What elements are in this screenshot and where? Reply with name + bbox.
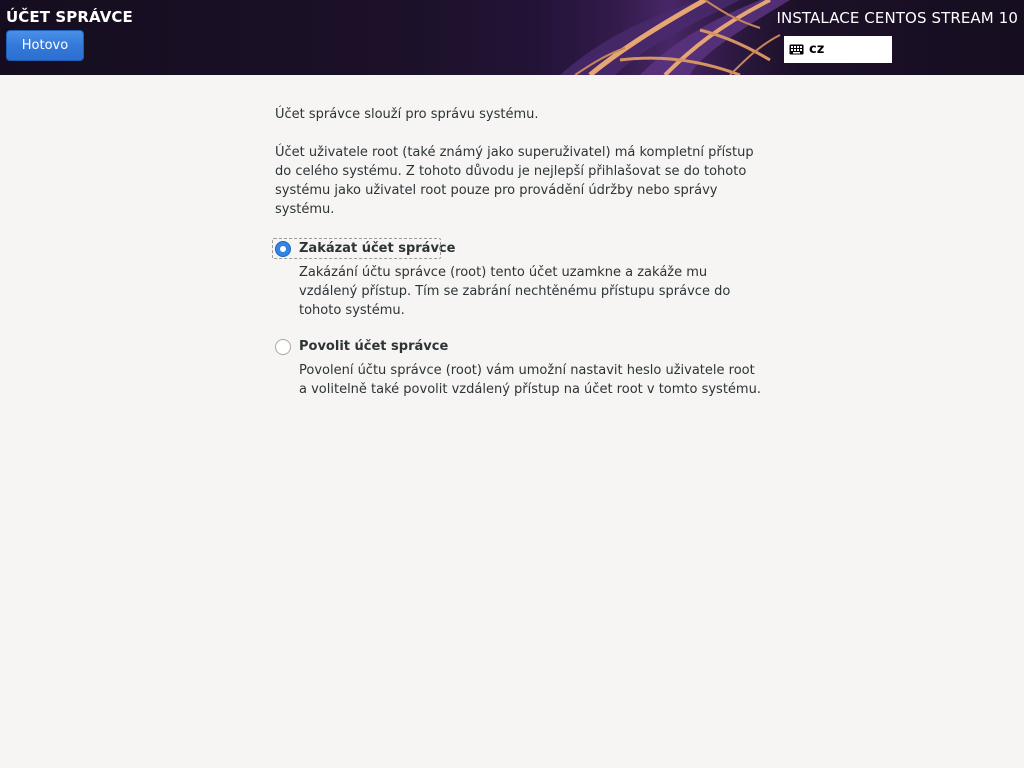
intro-text: Účet správce slouží pro správu systému. xyxy=(275,107,539,122)
description-text: Účet uživatele root (také známý jako sup… xyxy=(275,145,754,217)
main-content: Účet správce slouží pro správu systému. … xyxy=(272,105,765,399)
option-label[interactable]: Povolit účet správce xyxy=(299,337,448,356)
keyboard-layout-label: cz xyxy=(809,42,825,57)
option-enable-root[interactable]: Povolit účet správce Povolení účtu správ… xyxy=(275,337,765,399)
header-bar: ÚČET SPRÁVCE Hotovo INSTALACE CENTOS STR… xyxy=(0,0,1024,75)
product-title: INSTALACE CENTOS STREAM 10 xyxy=(776,9,1018,27)
keyboard-icon xyxy=(789,44,804,55)
option-description: Zakázání účtu správce (root) tento účet … xyxy=(299,265,731,318)
keyboard-layout-indicator[interactable]: cz xyxy=(784,36,892,63)
page-title: ÚČET SPRÁVCE xyxy=(6,8,133,26)
option-disable-root[interactable]: Zakázat účet správce Zakázání účtu správ… xyxy=(272,238,765,320)
done-button[interactable]: Hotovo xyxy=(6,30,84,61)
radio-disable-root[interactable] xyxy=(275,240,291,257)
option-label[interactable]: Zakázat účet správce xyxy=(299,239,455,258)
radio-enable-root[interactable] xyxy=(275,338,291,355)
option-description: Povolení účtu správce (root) vám umožní … xyxy=(299,363,761,397)
